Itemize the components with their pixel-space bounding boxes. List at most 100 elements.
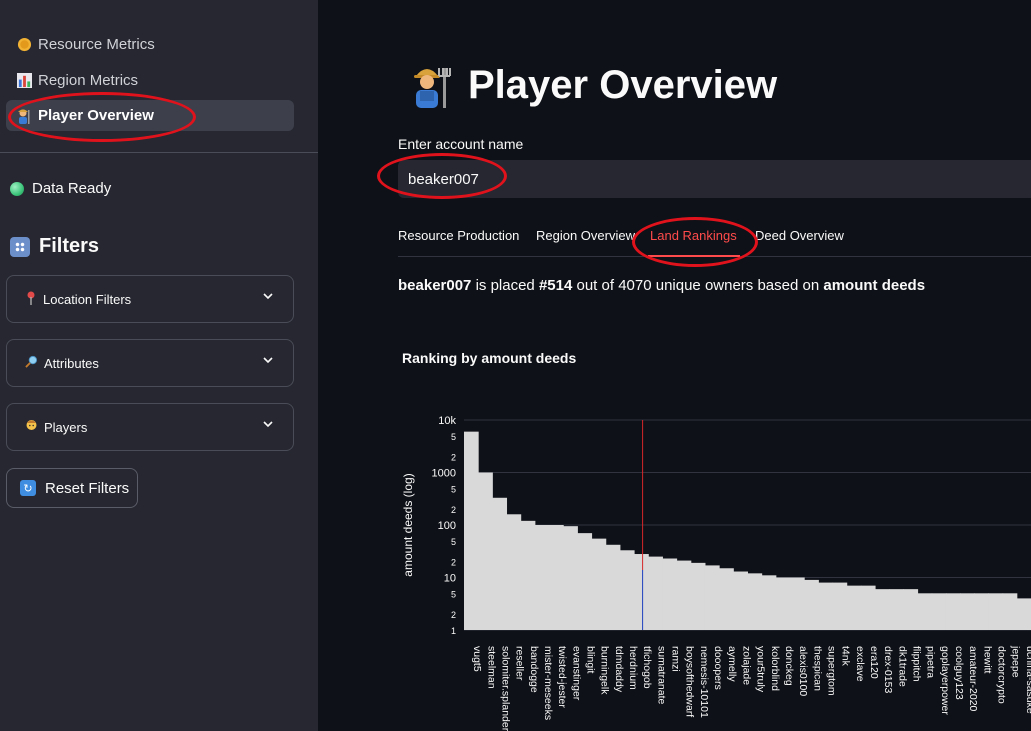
bar — [818, 582, 834, 630]
chevron-down-icon — [263, 357, 273, 364]
reset-filters-label: Reset Filters — [45, 479, 130, 497]
y-tick-label: 2 — [451, 505, 456, 515]
farmer-icon — [408, 62, 454, 108]
expander-players[interactable]: Players — [6, 403, 294, 451]
summary-account: beaker007 — [398, 277, 472, 294]
sidebar-item-player-overview[interactable]: Player Overview — [6, 100, 294, 131]
x-tick-label: tfichogob — [641, 646, 653, 689]
sidebar-item-resource-metrics[interactable]: Resource Metrics — [6, 29, 294, 60]
person-icon — [25, 419, 38, 436]
bar — [648, 556, 663, 630]
x-tick-label: herdnium — [627, 646, 639, 690]
x-tick-label: doctorcrypto — [996, 646, 1008, 704]
x-tick-label: solomiter.splander — [499, 646, 511, 731]
x-tick-label: vugt5 — [471, 646, 483, 672]
bar — [690, 562, 706, 630]
y-tick-label: 10 — [444, 573, 456, 585]
chevron-down-icon — [263, 421, 273, 428]
sidebar-item-label: Region Metrics — [38, 72, 139, 89]
summary-rank: #514 — [538, 277, 573, 294]
expander-location-filters[interactable]: Location Filters — [6, 275, 294, 323]
y-tick-label: 5 — [451, 432, 456, 442]
bar — [676, 560, 692, 630]
bar — [492, 497, 508, 630]
expander-label: Players — [44, 419, 88, 435]
y-tick-label: 10k — [438, 415, 456, 427]
status-text: Data Ready — [32, 180, 112, 197]
bar — [733, 571, 748, 630]
x-tick-label: reseller — [514, 646, 526, 681]
y-tick-label: 2 — [451, 610, 456, 620]
y-tick-label: 5 — [451, 484, 456, 494]
x-tick-label: steelman — [485, 646, 497, 689]
x-tick-label: pipetra — [925, 646, 937, 678]
bar — [605, 544, 621, 630]
x-tick-label: hewitt — [981, 646, 993, 674]
y-tick-label: 1 — [451, 626, 456, 636]
bar — [846, 585, 862, 630]
x-tick-label: blingit — [584, 646, 596, 674]
x-tick-label: sumatranate — [655, 646, 667, 705]
x-tick-label: zolajade — [740, 646, 752, 685]
bar-chart-icon — [16, 73, 32, 89]
bar — [634, 554, 649, 630]
tab-resource-production[interactable]: Resource Production — [398, 228, 519, 243]
ranking-summary: beaker007 is placed #514 out of 4070 uni… — [398, 277, 925, 294]
tab-deed-overview[interactable]: Deed Overview — [755, 228, 844, 243]
bar — [945, 593, 961, 630]
bar — [563, 526, 578, 630]
green-dot-icon — [10, 181, 24, 196]
sidebar-item-label: Resource Metrics — [38, 36, 155, 53]
tab-bar: Resource Production Region Overview Land… — [398, 226, 1031, 257]
x-tick-label: ramzi — [670, 646, 682, 672]
x-tick-label: alexis0100 — [797, 646, 809, 696]
tab-region-overview[interactable]: Region Overview — [536, 228, 635, 243]
expander-label: Attributes — [44, 355, 99, 371]
bar — [534, 525, 550, 630]
sidebar-item-label: Player Overview — [38, 107, 154, 124]
x-tick-label: exclave — [854, 646, 866, 682]
data-status: Data Ready — [10, 180, 111, 197]
bar — [917, 593, 933, 630]
bar — [860, 585, 876, 630]
account-name-label: Enter account name — [398, 136, 524, 152]
bar — [775, 577, 791, 630]
coin-icon — [16, 37, 32, 53]
bar — [832, 582, 848, 630]
x-tick-label: twisted-jester — [556, 646, 568, 708]
x-tick-label: aymelly — [726, 646, 738, 682]
summary-text-2: out of 4070 unique owners based on — [572, 277, 824, 294]
summary-metric: amount deeds — [823, 277, 926, 294]
account-name-input[interactable] — [398, 160, 1031, 198]
expander-attributes[interactable]: Attributes — [6, 339, 294, 387]
summary-text-1: is placed — [471, 277, 539, 294]
sidebar-item-region-metrics[interactable]: Region Metrics — [6, 65, 294, 96]
active-tab-indicator — [648, 255, 740, 257]
x-tick-label: evanstinger — [570, 646, 582, 701]
dice-icon — [10, 236, 30, 257]
x-tick-label: thespican — [811, 646, 823, 691]
y-tick-label: 5 — [451, 537, 456, 547]
x-tick-label: goplayerpower — [939, 646, 951, 715]
bar — [974, 593, 989, 630]
tab-land-rankings[interactable]: Land Rankings — [650, 228, 737, 243]
bar — [875, 589, 890, 630]
bar — [549, 525, 564, 630]
bar — [1002, 593, 1018, 630]
y-tick-label: 2 — [451, 453, 456, 463]
x-tick-label: dooopers — [712, 646, 724, 690]
x-tick-label: amateur-2020 — [967, 646, 979, 712]
bar — [960, 593, 975, 630]
bar — [790, 577, 805, 630]
bar — [804, 579, 819, 630]
reset-filters-button[interactable]: ↻ Reset Filters — [6, 468, 138, 508]
bar — [903, 589, 919, 630]
x-tick-label: nemesis-10101 — [698, 646, 710, 718]
y-axis-label: amount deeds (log) — [401, 473, 415, 576]
x-tick-label: coolguy123 — [953, 646, 965, 700]
bar — [591, 538, 607, 630]
bar — [719, 568, 734, 630]
x-tick-label: your5truly — [755, 646, 767, 693]
bar — [988, 593, 1004, 630]
y-tick-label: 5 — [451, 589, 456, 599]
